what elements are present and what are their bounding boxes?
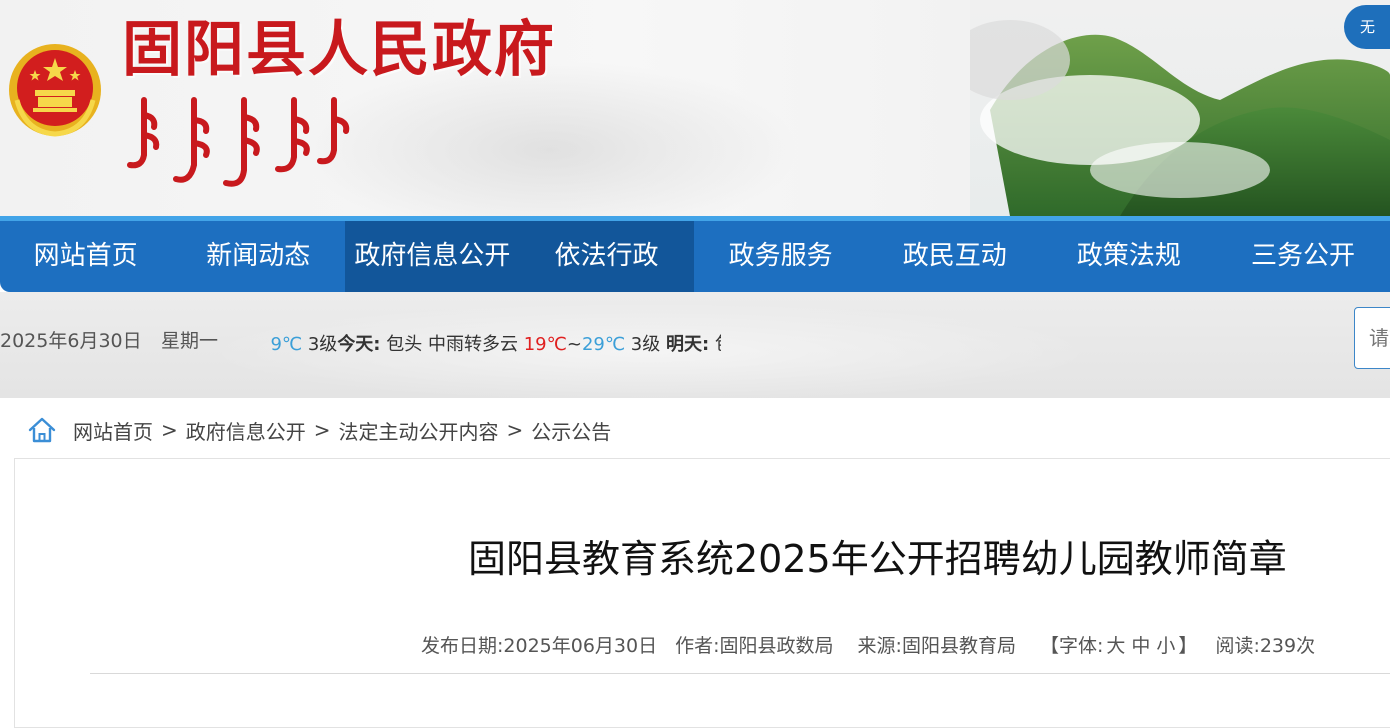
site-title: 固阳县人民政府 bbox=[122, 15, 556, 85]
prev-wind: 3级 bbox=[307, 334, 338, 355]
article-meta: 发布日期: 2025年06月30日 作者: 固阳县政数局 来源: 固阳县教育局 … bbox=[421, 631, 1315, 658]
breadcrumb-link-gov-info[interactable]: 政府信息公开 bbox=[186, 416, 306, 445]
breadcrumb-link-announcements[interactable]: 公示公告 bbox=[531, 416, 611, 445]
author-label: 作者: bbox=[675, 635, 720, 657]
article-title: 固阳县教育系统2025年公开招聘幼儿园教师简章 bbox=[468, 537, 1287, 581]
breadcrumb-separator: > bbox=[161, 418, 178, 442]
today-label: 今天: bbox=[337, 334, 381, 355]
font-size-large-button[interactable]: 大 bbox=[1106, 631, 1125, 658]
today-wind: 3级 bbox=[630, 334, 661, 355]
today-condition: 中雨转多云 bbox=[427, 334, 518, 355]
today-low-temp: 19℃ bbox=[523, 334, 567, 355]
author: 固阳县政数局 bbox=[719, 635, 834, 657]
font-size-close: 】 bbox=[1178, 635, 1198, 657]
breadcrumb-separator: > bbox=[313, 418, 331, 442]
weather-ticker: 29℃ 3级今天: 包头 中雨转多云 19℃~29℃ 3级 明天: 包头 bbox=[269, 330, 721, 360]
mountain-landscape-image bbox=[970, 0, 1390, 216]
breadcrumb: 网站首页 > 政府信息公开 > 法定主动公开内容 > 公示公告 bbox=[27, 413, 611, 447]
nav-item-interaction[interactable]: 政民互动 bbox=[868, 221, 1042, 292]
breadcrumb-link-home[interactable]: 网站首页 bbox=[73, 416, 153, 445]
nav-item-policies[interactable]: 政策法规 bbox=[1042, 221, 1216, 292]
breadcrumb-link-statutory[interactable]: 法定主动公开内容 bbox=[339, 416, 499, 445]
mongolian-script-title-image bbox=[127, 97, 350, 187]
breadcrumb-separator: > bbox=[506, 418, 524, 442]
temp-range-separator: ~ bbox=[566, 334, 582, 355]
current-weekday: 星期一 bbox=[161, 330, 219, 352]
search-input[interactable] bbox=[1355, 308, 1390, 368]
nav-item-news[interactable]: 新闻动态 bbox=[171, 221, 345, 292]
nav-item-home[interactable]: 网站首页 bbox=[0, 221, 171, 292]
info-bar: 2025年6月30日 星期一 29℃ 3级今天: 包头 中雨转多云 19℃~29… bbox=[0, 292, 1390, 398]
nav-item-gov-services[interactable]: 政务服务 bbox=[694, 221, 868, 292]
publish-date: 2025年06月30日 bbox=[503, 635, 658, 657]
meta-divider bbox=[90, 673, 1390, 674]
views-label: 阅读: bbox=[1215, 635, 1260, 657]
publish-date-label: 发布日期: bbox=[421, 635, 504, 657]
prev-high-temp: 29℃ bbox=[269, 334, 303, 355]
source-label: 来源: bbox=[857, 635, 902, 657]
nav-item-law-administration[interactable]: 依法行政 bbox=[519, 221, 694, 292]
current-date: 2025年6月30日 bbox=[0, 330, 142, 352]
header-banner: 固阳县人民政府 无 bbox=[0, 0, 1390, 216]
nav-item-three-affairs[interactable]: 三务公开 bbox=[1216, 221, 1390, 292]
accessibility-button[interactable]: 无 bbox=[1344, 5, 1390, 49]
today-high-temp: 29℃ bbox=[581, 334, 626, 355]
tomorrow-label: 明天: bbox=[665, 334, 710, 355]
source: 固阳县教育局 bbox=[901, 635, 1016, 657]
home-icon[interactable] bbox=[27, 415, 57, 445]
nav-item-gov-info-disclosure[interactable]: 政府信息公开 bbox=[345, 221, 520, 292]
main-nav: 网站首页 新闻动态 政府信息公开 依法行政 政务服务 政民互动 政策法规 三务公… bbox=[0, 216, 1390, 292]
weather-line: 29℃ 3级今天: 包头 中雨转多云 19℃~29℃ 3级 明天: 包头 bbox=[269, 330, 721, 356]
views-count: 239次 bbox=[1259, 635, 1316, 657]
today-city: 包头 bbox=[386, 334, 423, 355]
national-emblem-icon bbox=[9, 44, 101, 137]
font-size-open: 【字体: bbox=[1039, 635, 1104, 657]
search-box bbox=[1354, 307, 1390, 369]
tomorrow-city: 包头 bbox=[715, 334, 721, 355]
article-card bbox=[14, 458, 1390, 728]
font-size-medium-button[interactable]: 中 bbox=[1131, 631, 1150, 658]
font-size-small-button[interactable]: 小 bbox=[1156, 631, 1175, 658]
